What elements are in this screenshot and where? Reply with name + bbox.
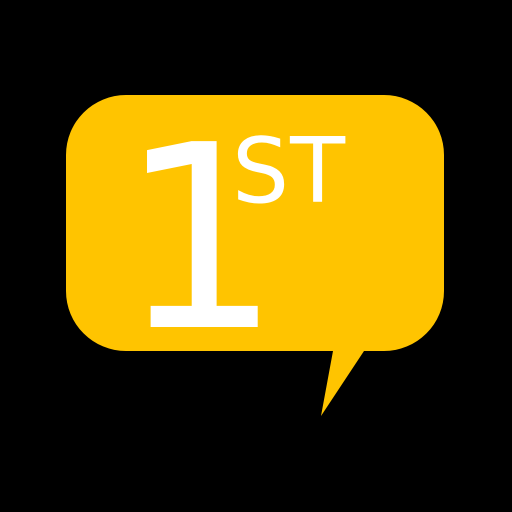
first-logo: 1 ST (66, 91, 444, 416)
app-icon-canvas: 1 ST (0, 0, 512, 512)
logo-suffix: ST (232, 119, 346, 224)
